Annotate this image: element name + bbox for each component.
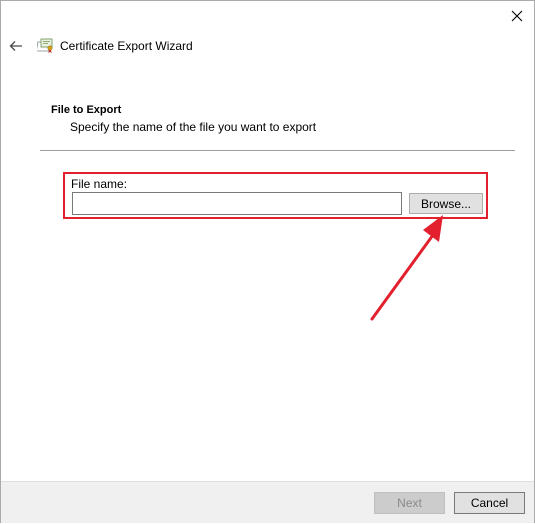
next-button[interactable]: Next xyxy=(374,492,445,514)
close-icon xyxy=(511,10,523,22)
file-name-input[interactable] xyxy=(72,192,402,215)
section-subtitle: Specify the name of the file you want to… xyxy=(70,120,317,134)
close-button[interactable] xyxy=(500,1,534,31)
wizard-footer: Next Cancel xyxy=(1,481,534,523)
back-arrow-icon xyxy=(9,41,22,51)
back-button[interactable] xyxy=(7,34,25,58)
cancel-button[interactable]: Cancel xyxy=(454,492,525,514)
wizard-header: Certificate Export Wizard xyxy=(1,31,534,65)
annotation-arrow xyxy=(370,215,443,321)
header-divider xyxy=(40,150,515,151)
browse-button[interactable]: Browse... xyxy=(409,193,483,214)
certificate-export-wizard-window: Certificate Export Wizard File to Export… xyxy=(0,0,535,523)
section-title: File to Export xyxy=(51,104,122,116)
window-title: Certificate Export Wizard xyxy=(60,39,193,53)
certificate-icon xyxy=(37,38,53,53)
file-name-label: File name: xyxy=(71,177,128,191)
